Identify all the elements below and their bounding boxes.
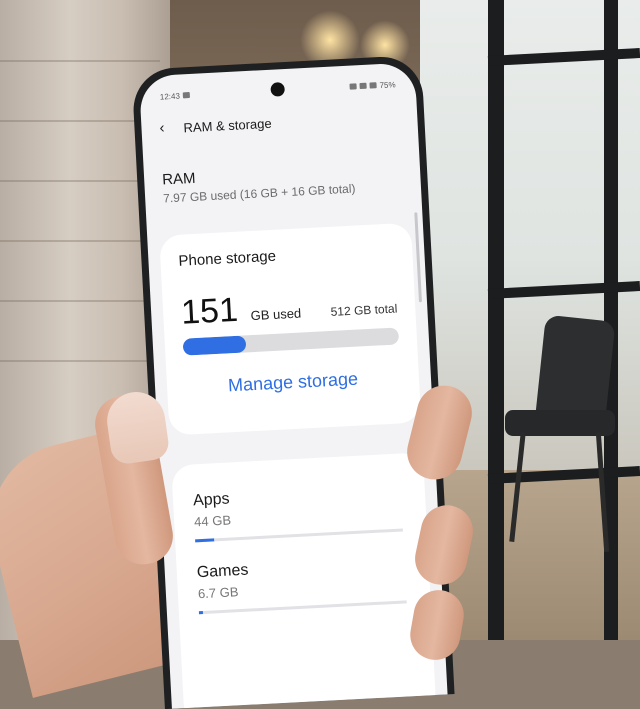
category-list: Apps 44 GB Games 6.7 GB: [193, 482, 407, 615]
storage-used-value: 151: [180, 290, 239, 332]
page-title: RAM & storage: [183, 115, 272, 135]
app-header: ‹ RAM & storage: [159, 114, 272, 138]
categories-card: Apps 44 GB Games 6.7 GB: [171, 452, 437, 709]
category-bar-fill: [195, 538, 214, 543]
ram-section[interactable]: RAM 7.97 GB used (16 GB + 16 GB total): [162, 159, 403, 206]
status-time: 12:43: [159, 91, 181, 102]
signal-icon: [369, 82, 377, 89]
storage-used-row: 151 GB used 512 GB total: [180, 282, 398, 332]
storage-progress-bar: [182, 327, 400, 356]
category-bar: [198, 600, 407, 615]
phone-storage-card: Phone storage 151 GB used 512 GB total M…: [159, 222, 422, 436]
window-frame: [488, 0, 504, 640]
category-bar-fill: [198, 611, 204, 615]
scrollbar[interactable]: [414, 212, 422, 303]
storage-progress-fill: [182, 335, 247, 356]
bluetooth-icon: [349, 83, 357, 90]
phone-screen: 12:43 75% ‹ RAM & storage RAM 7.97 GB us…: [138, 62, 448, 709]
battery-level: 75%: [379, 79, 396, 90]
category-item-apps[interactable]: Apps 44 GB: [193, 482, 403, 543]
category-bar: [195, 528, 403, 543]
phone: 12:43 75% ‹ RAM & storage RAM 7.97 GB us…: [131, 54, 455, 709]
category-item-games[interactable]: Games 6.7 GB: [196, 553, 407, 615]
phone-storage-title: Phone storage: [178, 247, 277, 270]
chevron-left-icon[interactable]: ‹: [159, 119, 174, 138]
storage-total: 512 GB total: [330, 301, 398, 319]
storage-used-unit: GB used: [250, 305, 302, 324]
wifi-icon: [359, 82, 367, 90]
status-bar: 12:43 75%: [160, 77, 396, 103]
manage-storage-button[interactable]: Manage storage: [185, 366, 402, 398]
notification-icon: [182, 92, 191, 99]
